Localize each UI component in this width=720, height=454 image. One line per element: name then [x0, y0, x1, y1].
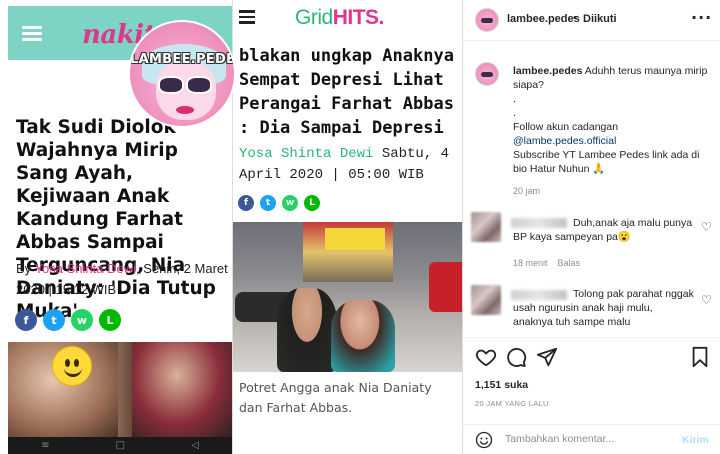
hamburger-menu-icon[interactable]: [239, 10, 255, 24]
article-byline: Yosa Shinta Dewi Sabtu, 4 April 2020 | 0…: [239, 144, 461, 186]
caption-username[interactable]: lambee.pedes: [513, 65, 582, 77]
byline-prefix: By: [16, 261, 35, 276]
whatsapp-icon[interactable]: w: [282, 195, 298, 211]
like-heart-icon[interactable]: [475, 346, 497, 368]
author-link[interactable]: Yosa Shinta Dewi: [35, 261, 136, 276]
follow-status-button[interactable]: Diikuti: [583, 13, 617, 25]
line-icon[interactable]: L: [99, 309, 121, 331]
add-comment-input[interactable]: [505, 433, 665, 445]
post-caption: lambee.pedes Aduhh terus maunya mirip si…: [513, 65, 708, 175]
comment-bubble-icon[interactable]: [505, 346, 527, 368]
blurred-avatar[interactable]: [471, 285, 501, 315]
line-icon[interactable]: L: [304, 195, 320, 211]
home-icon[interactable]: □: [116, 440, 125, 451]
caption-timestamp: 20 jam: [513, 186, 541, 196]
share-send-icon[interactable]: [536, 346, 558, 368]
post-comment-button[interactable]: Kirim: [682, 434, 709, 446]
reply-button[interactable]: Balas: [558, 258, 581, 268]
twitter-icon[interactable]: t: [43, 309, 65, 331]
hamburger-menu-icon[interactable]: [22, 26, 42, 42]
more-options-icon[interactable]: ···: [691, 8, 712, 27]
facebook-icon[interactable]: f: [15, 309, 37, 331]
author-link[interactable]: Yosa Shinta Dewi: [239, 146, 373, 162]
share-buttons: f t w L: [15, 309, 121, 331]
like-comment-heart-icon[interactable]: ♡: [701, 220, 712, 234]
avatar[interactable]: [475, 8, 499, 32]
gridhits-article-panel: GridHITS. blakan ungkap Anaknya Sempat D…: [232, 0, 462, 454]
add-comment-bar: Kirim: [463, 424, 720, 454]
post-actions: [475, 346, 711, 368]
twitter-icon[interactable]: t: [260, 195, 276, 211]
share-buttons: f t w L: [238, 195, 320, 211]
article-photo: [233, 222, 462, 372]
comment-text: Duh,anak aja malu punya BP kaya sampeyan…: [513, 217, 693, 243]
article-byline: By Yosa Shinta Dewi, Senin, 2 Maret 2020…: [16, 258, 230, 300]
smiley-face-icon: [52, 346, 92, 386]
actions-divider: [463, 337, 720, 338]
comment-time: 18 menit: [513, 258, 548, 268]
gridhits-logo[interactable]: GridHITS.: [295, 6, 384, 30]
menu-icon[interactable]: ≡: [41, 440, 49, 451]
likes-count[interactable]: 1,151 suka: [475, 379, 528, 391]
emoji-icon[interactable]: [475, 431, 493, 449]
posted-time: 20 JAM YANG LALU: [475, 399, 549, 408]
separator-dot: •: [573, 12, 577, 24]
mention-link[interactable]: @lambe.pedes.official: [513, 135, 616, 147]
avatar[interactable]: [475, 62, 499, 86]
article-photo: [8, 342, 232, 437]
photo-caption: Potret Angga anak Nia Daniaty dan Farhat…: [239, 380, 432, 415]
facebook-icon[interactable]: f: [238, 195, 254, 211]
back-icon[interactable]: ◁: [191, 440, 199, 451]
comment-text: Tolong pak parahat nggak usah ngurusin a…: [513, 288, 694, 328]
like-comment-heart-icon[interactable]: ♡: [701, 293, 712, 307]
header-divider: [463, 40, 720, 41]
watermark-text: LAMBEE.PEDES: [130, 52, 236, 67]
android-navigation-bar: ≡ □ ◁: [8, 437, 232, 454]
whatsapp-icon[interactable]: w: [71, 309, 93, 331]
comment-meta: 18 menit Balas: [513, 258, 590, 268]
lambee-pedes-watermark-logo: LAMBEE.PEDES: [128, 20, 236, 128]
blurred-avatar[interactable]: [471, 212, 501, 242]
post-username[interactable]: lambee.pedes: [507, 13, 580, 25]
instagram-post-panel: lambee.pedes • Diikuti ··· lambee.pedes …: [462, 0, 720, 454]
bookmark-icon[interactable]: [689, 346, 711, 368]
article-headline: blakan ungkap Anaknya Sempat Depresi Lih…: [239, 46, 454, 138]
